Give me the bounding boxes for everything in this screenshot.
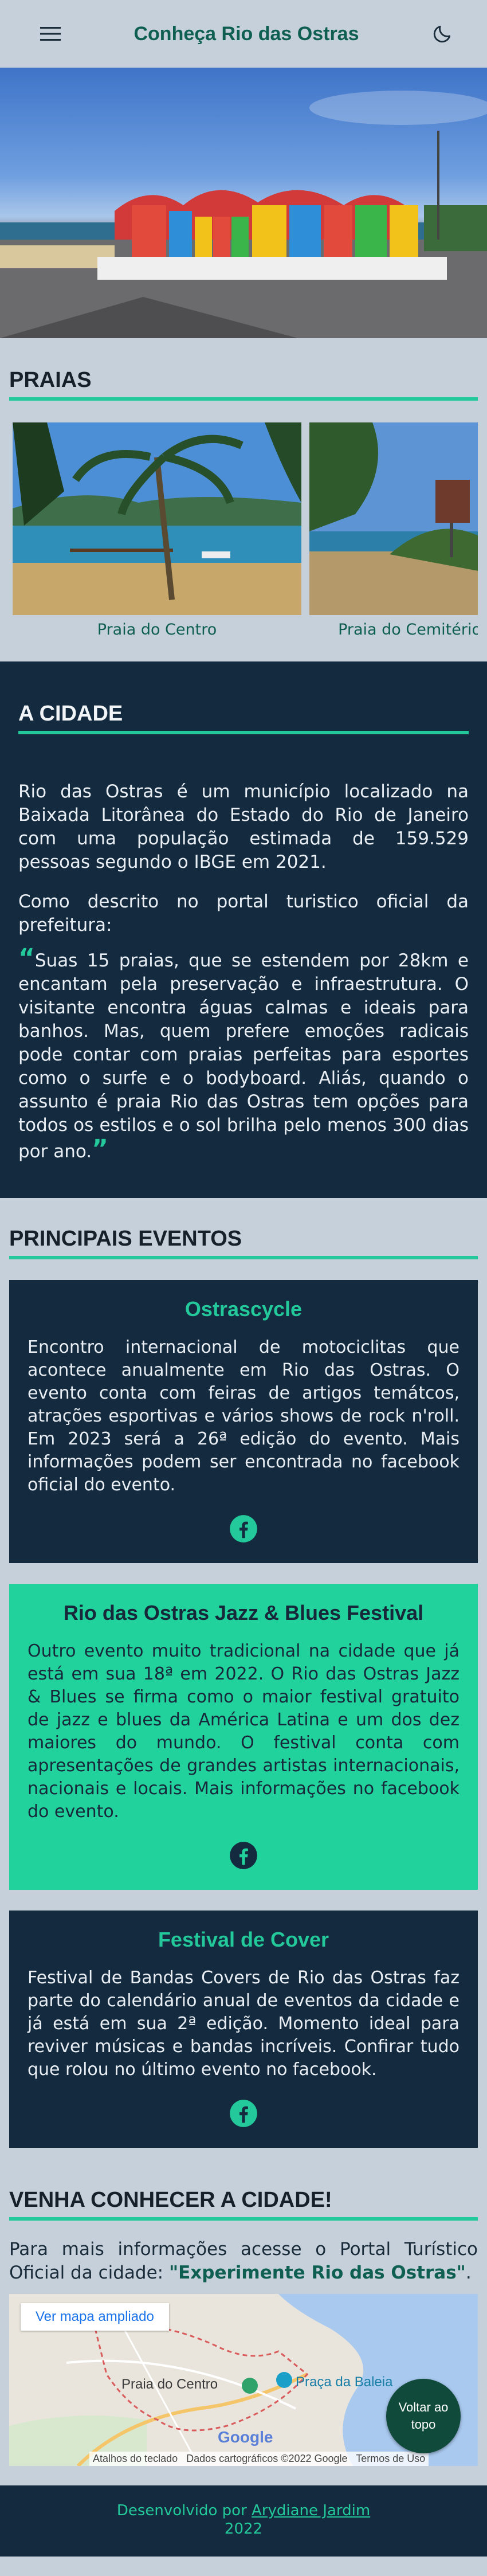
praia-cemiterio-photo — [309, 422, 478, 615]
cidade-quote: “Suas 15 praias, que se estendem por 28k… — [18, 946, 469, 1164]
facebook-icon[interactable] — [229, 1514, 258, 1544]
footer-year: 2022 — [224, 2520, 263, 2538]
praia-centro-photo — [13, 422, 301, 615]
top-header: Conheça Rio das Ostras — [0, 0, 487, 68]
praias-underline — [9, 397, 478, 401]
hero-image — [0, 68, 487, 338]
praias-section: PRAIAS Praia do Centro Praia do Cemitéri… — [0, 338, 487, 661]
event-card-festival-cover: Festival de Cover Festival de Bandas Cov… — [9, 1911, 478, 2148]
praia-centro-caption: Praia do Centro — [97, 621, 217, 639]
cidade-underline — [18, 731, 469, 734]
visite-underline — [9, 2217, 478, 2221]
footer-prefix: Desenvolvido por — [116, 2502, 252, 2519]
visite-paragraph: Para mais informações acesse o Portal Tu… — [9, 2238, 478, 2285]
event-title: Ostrascycle — [184, 1297, 303, 1321]
facebook-icon[interactable] — [229, 2099, 258, 2128]
eventos-section: PRINCIPAIS EVENTOS Ostrascycle Encontro … — [0, 1198, 487, 2159]
map-shortcuts-link[interactable]: Atalhos do teclado — [93, 2453, 178, 2464]
map-data-credit: Dados cartográficos ©2022 Google — [186, 2453, 348, 2464]
visite-suffix: . — [465, 2262, 472, 2283]
map-attribution: Atalhos do teclado Dados cartográficos ©… — [89, 2452, 429, 2466]
google-logo: Google — [218, 2428, 273, 2446]
open-quote-icon: “ — [18, 944, 35, 973]
visite-section: VENHA CONHECER A CIDADE! Para mais infor… — [0, 2159, 487, 2466]
praias-title: PRAIAS — [9, 368, 92, 392]
praia-card-cemiterio[interactable]: Praia do Cemitério — [309, 422, 478, 639]
event-title: Festival de Cover — [158, 1928, 329, 1951]
cidade-paragraph-2: Como descrito no portal turistico oficia… — [18, 891, 469, 935]
eventos-title: PRINCIPAIS EVENTOS — [9, 1227, 242, 1251]
event-description: Encontro internacional de motociclitas q… — [28, 1337, 459, 1495]
page-title: Conheça Rio das Ostras — [133, 22, 359, 45]
back-to-top-line1: Voltar ao — [398, 2400, 449, 2414]
event-description: Outro evento muito tradicional na cidade… — [28, 1641, 459, 1822]
visite-title: VENHA CONHECER A CIDADE! — [9, 2188, 332, 2212]
ver-mapa-ampliado-button[interactable]: Ver mapa ampliado — [21, 2303, 169, 2331]
map-label-praca-baleia: Praça da Baleia — [296, 2374, 393, 2390]
back-to-top-button[interactable]: Voltar ao topo — [386, 2379, 461, 2453]
author-link[interactable]: Arydiane Jardim — [252, 2502, 370, 2519]
facebook-icon[interactable] — [229, 1841, 258, 1870]
footer-credit: Desenvolvido por Arydiane Jardim — [0, 2501, 487, 2520]
moon-icon[interactable] — [430, 21, 455, 46]
hero-photo — [0, 91, 487, 338]
page-footer: Desenvolvido por Arydiane Jardim 2022 — [0, 2485, 487, 2557]
event-card-ostrascycle: Ostrascycle Encontro internacional de mo… — [9, 1280, 478, 1563]
cidade-paragraph-1: Rio das Ostras é um município localizado… — [18, 781, 469, 872]
praias-gallery[interactable]: Praia do Centro Praia do Cemitério — [9, 422, 478, 639]
cidade-section: A CIDADE Rio das Ostras é um município l… — [0, 661, 487, 1198]
event-card-jazz-blues: Rio das Ostras Jazz & Blues Festival Out… — [9, 1584, 478, 1890]
eventos-underline — [9, 1256, 478, 1259]
praia-card-centro[interactable]: Praia do Centro — [13, 422, 301, 639]
praia-cemiterio-caption: Praia do Cemitério — [338, 621, 478, 639]
embedded-map[interactable]: Ver mapa ampliado Praia do Centro Praça … — [9, 2294, 478, 2466]
event-title: Rio das Ostras Jazz & Blues Festival — [63, 1601, 424, 1624]
map-terms-link[interactable]: Termos de Uso — [356, 2453, 425, 2464]
map-label-praia-centro: Praia do Centro — [121, 2377, 218, 2392]
back-to-top-line2: topo — [411, 2417, 436, 2432]
portal-link[interactable]: "Experimente Rio das Ostras" — [169, 2262, 466, 2283]
event-description: Festival de Bandas Covers de Rio das Ost… — [28, 1968, 459, 2080]
hamburger-menu-icon[interactable] — [38, 21, 63, 46]
cidade-quote-text: Suas 15 praias, que se estendem por 28km… — [18, 950, 469, 1162]
cidade-title: A CIDADE — [18, 702, 123, 726]
close-quote-icon: ” — [92, 1134, 109, 1164]
